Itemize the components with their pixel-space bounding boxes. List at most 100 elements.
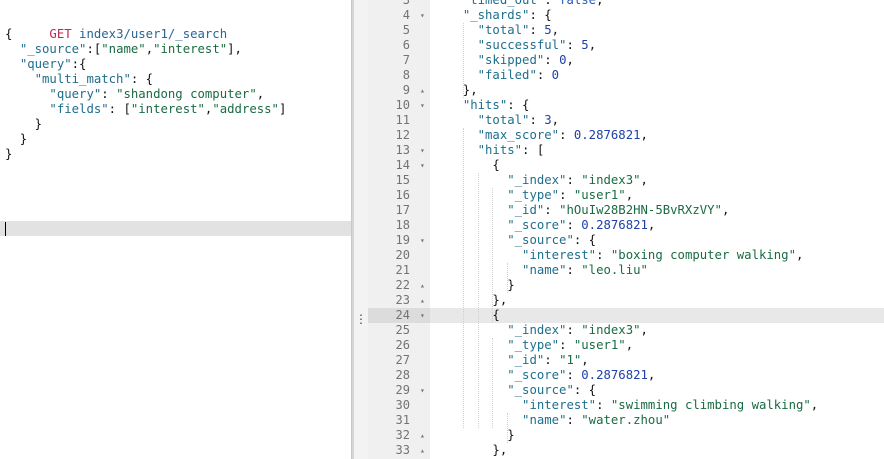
- code-token: ,: [551, 23, 560, 37]
- request-line[interactable]: GET index3/user1/_search: [5, 12, 227, 41]
- response-line[interactable]: "_type": "user1",: [448, 338, 633, 353]
- response-line[interactable]: "_id": "1",: [448, 353, 588, 368]
- active-line-highlight: [368, 308, 884, 323]
- fold-arrow-up-icon[interactable]: ▴: [420, 83, 428, 98]
- request-body-line[interactable]: "query":{: [5, 57, 87, 72]
- response-line[interactable]: "successful": 5,: [448, 38, 596, 53]
- code-token: "_shards": [462, 8, 530, 22]
- code-token: }: [448, 428, 515, 442]
- request-body-line[interactable]: "fields": ["interest","address"]: [5, 102, 286, 117]
- line-number: 32: [395, 428, 410, 442]
- request-body-line[interactable]: }: [5, 117, 42, 132]
- code-token: ,: [145, 42, 154, 56]
- code-token: ,: [647, 218, 656, 232]
- response-line[interactable]: "hits": {: [448, 98, 530, 113]
- code-token: "swimming climbing walking": [610, 398, 811, 412]
- response-line[interactable]: "total": 3,: [448, 113, 559, 128]
- request-body-line[interactable]: }: [5, 132, 27, 147]
- code-token: : [: [108, 102, 131, 116]
- code-token: ,: [588, 38, 597, 52]
- fold-arrow-down-icon[interactable]: ▾: [420, 233, 428, 248]
- pane-splitter[interactable]: ⋮: [351, 0, 369, 459]
- response-line[interactable]: "timed_out": false,: [448, 0, 604, 8]
- code-token: :: [566, 263, 582, 277]
- request-body-line[interactable]: "multi_match": {: [5, 72, 153, 87]
- code-token: :: [596, 398, 611, 412]
- code-token: :: [544, 203, 560, 217]
- fold-arrow-down-icon[interactable]: ▾: [420, 158, 428, 173]
- response-line[interactable]: "_id": "hOuIw28B2HN-5BvRXzVY",: [448, 203, 729, 218]
- response-line[interactable]: {: [448, 158, 499, 173]
- request-body-line[interactable]: {: [5, 27, 12, 42]
- line-number-gutter: 3 4 ▾ 5 6 7 8 9 ▴ 10 ▾ 11 12 13 ▾ 14 ▾ 15 16 17 18 19 ▾ 20 21 22 ▴…: [368, 0, 430, 459]
- code-token: "leo.liu": [581, 263, 648, 277]
- response-line[interactable]: "name": "water.zhou": [448, 413, 670, 428]
- request-body-line[interactable]: }: [5, 147, 12, 162]
- response-line[interactable]: }: [448, 278, 514, 293]
- indent-guide: [462, 23, 464, 98]
- fold-arrow-up-icon[interactable]: ▴: [420, 443, 428, 458]
- code-token: ,: [596, 0, 604, 7]
- fold-arrow-up-icon[interactable]: ▴: [420, 278, 428, 293]
- code-token: :: [566, 368, 582, 382]
- request-editor-pane[interactable]: GET index3/user1/_search { "_source":["n…: [0, 0, 351, 459]
- response-line[interactable]: "interest": "swimming climbing walking",: [448, 398, 818, 413]
- line-number: 9: [402, 83, 410, 97]
- indent-guide: [462, 128, 464, 428]
- line-number: 3: [402, 0, 410, 7]
- response-line[interactable]: }: [448, 428, 515, 443]
- code-token: : {: [529, 8, 552, 22]
- request-body-line[interactable]: "query": "shandong computer",: [5, 87, 264, 102]
- response-line[interactable]: "max_score": 0.2876821,: [448, 128, 648, 143]
- response-line[interactable]: },: [448, 443, 507, 458]
- request-editor[interactable]: GET index3/user1/_search { "_source":["n…: [5, 12, 286, 161]
- code-token: ,: [551, 113, 560, 127]
- response-line[interactable]: "_score": 0.2876821,: [448, 218, 655, 233]
- code-token: "interest": [153, 42, 228, 56]
- response-line[interactable]: "_source": {: [448, 383, 596, 398]
- code-token: ,: [810, 398, 819, 412]
- fold-arrow-down-icon[interactable]: ▾: [420, 8, 428, 23]
- line-number: 15: [395, 173, 410, 187]
- code-token: ],: [227, 42, 242, 56]
- response-viewer-pane[interactable]: 3 4 ▾ 5 6 7 8 9 ▴ 10 ▾ 11 12 13 ▾ 14 ▾ 15 16 17 18 19 ▾ 20 21 22 ▴…: [368, 0, 884, 459]
- response-line[interactable]: "_shards": {: [448, 8, 552, 23]
- response-line[interactable]: "_source": {: [448, 233, 596, 248]
- response-line[interactable]: "total": 5,: [448, 23, 559, 38]
- code-token: "_id": [507, 203, 545, 217]
- request-body-line[interactable]: "_source":["name","interest"],: [5, 42, 242, 57]
- code-token: "_index": [507, 173, 567, 187]
- fold-arrow-down-icon[interactable]: ▾: [420, 143, 428, 158]
- code-token: 0: [551, 68, 560, 82]
- code-token: "query": [19, 57, 72, 71]
- code-token: : {: [507, 98, 530, 112]
- response-line[interactable]: "_type": "user1",: [448, 188, 633, 203]
- line-number: 19: [395, 233, 410, 247]
- code-token: : [: [522, 143, 545, 157]
- code-token: "name": [522, 263, 567, 277]
- response-line[interactable]: "interest": "boxing computer walking",: [448, 248, 803, 263]
- response-line[interactable]: "failed": 0: [448, 68, 559, 83]
- response-line[interactable]: "skipped": 0,: [448, 53, 574, 68]
- fold-arrow-down-icon[interactable]: ▾: [420, 383, 428, 398]
- code-token: 5: [544, 23, 552, 37]
- line-number: 27: [395, 353, 410, 367]
- code-token: "user1": [573, 338, 626, 352]
- fold-arrow-up-icon[interactable]: ▴: [420, 293, 428, 308]
- fold-arrow-up-icon[interactable]: ▴: [420, 428, 428, 443]
- response-line[interactable]: "_score": 0.2876821,: [448, 368, 655, 383]
- code-token: "hOuIw28B2HN-5BvRXzVY": [559, 203, 722, 217]
- fold-arrow-down-icon[interactable]: ▾: [420, 98, 428, 113]
- code-token: "timed_out": [462, 0, 545, 7]
- code-token: ,: [625, 188, 634, 202]
- code-token: 0.2876821: [573, 128, 641, 142]
- indent-guide: [477, 173, 479, 428]
- code-token: "hits": [462, 98, 508, 112]
- fold-arrow-down-icon[interactable]: ▾: [420, 308, 428, 323]
- drag-handle-icon[interactable]: ⋮: [355, 309, 367, 329]
- code-token: ,: [566, 53, 574, 67]
- line-number: 33: [395, 443, 410, 457]
- line-number: 28: [395, 368, 410, 382]
